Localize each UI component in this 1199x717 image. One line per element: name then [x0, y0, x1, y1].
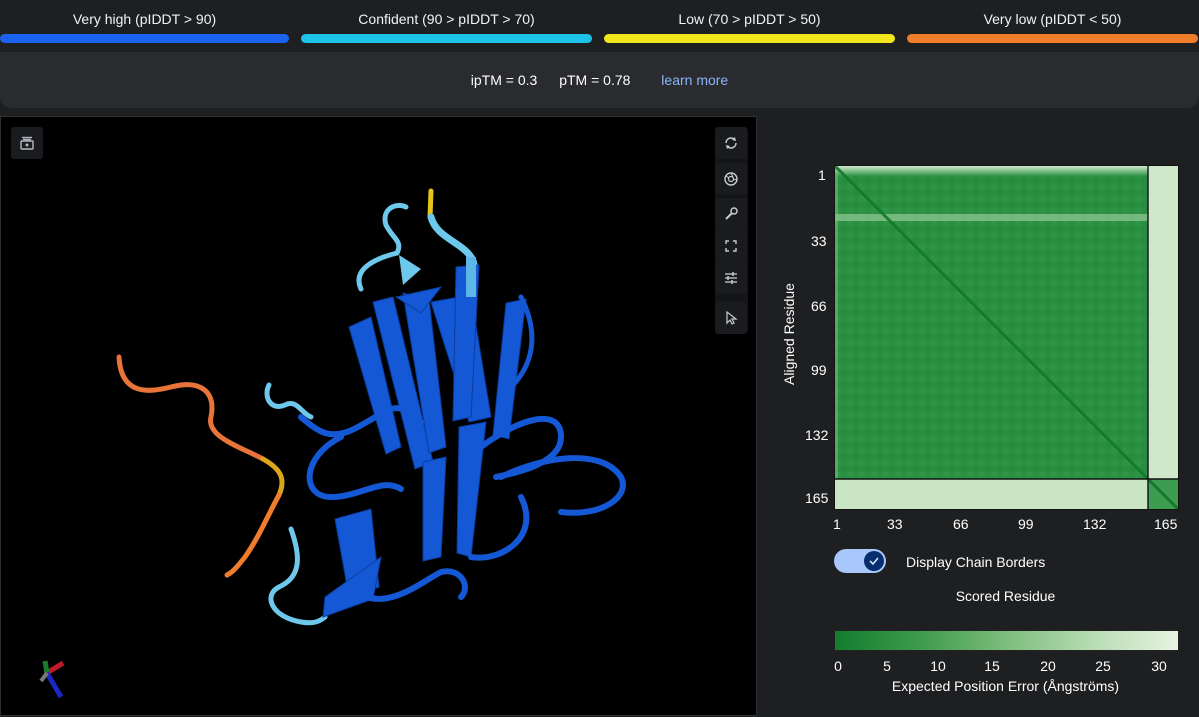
x-tick: 1 — [833, 516, 841, 532]
y-tick: 99 — [811, 362, 827, 378]
y-tick: 132 — [805, 427, 829, 443]
scale-title: Expected Position Error (Ångströms) — [891, 678, 1120, 694]
x-tick: 99 — [1018, 516, 1034, 532]
y-tick: 1 — [818, 167, 826, 183]
scale-tick: 30 — [1151, 658, 1167, 674]
legend-bar — [907, 34, 1198, 43]
y-tick: 165 — [805, 490, 829, 506]
pae-panel: Aligned Residue 1 33 66 99 132 165 1 33 … — [757, 116, 1199, 716]
protein-structure[interactable] — [1, 117, 757, 716]
y-tick: 33 — [811, 233, 827, 249]
legend-confident: Confident (90 > pIDDT > 70) — [301, 10, 592, 44]
pae-color-scale — [834, 630, 1179, 651]
y-axis-title: Aligned Residue — [781, 283, 797, 385]
legend-bar — [301, 34, 592, 43]
snapshot-icon[interactable] — [11, 127, 43, 159]
legend-very-low: Very low (pIDDT < 50) — [907, 10, 1198, 44]
legend-label: Confident (90 > pIDDT > 70) — [358, 11, 535, 27]
x-tick: 66 — [953, 516, 969, 532]
camera-aperture-icon[interactable] — [715, 163, 747, 195]
legend-bar — [604, 34, 895, 43]
viewer-toolbar — [715, 127, 748, 334]
fullscreen-icon[interactable] — [715, 230, 747, 262]
chain-borders-toggle[interactable] — [834, 549, 886, 573]
pae-heatmap[interactable] — [834, 165, 1179, 510]
x-axis-title: Scored Residue — [955, 588, 1056, 604]
check-icon — [864, 551, 884, 571]
x-tick: 33 — [887, 516, 903, 532]
xyz-axes-icon — [39, 660, 65, 699]
legend-label: Very low (pIDDT < 50) — [983, 11, 1122, 27]
cursor-icon[interactable] — [715, 302, 747, 334]
plddt-legend: Very high (pIDDT > 90) Confident (90 > p… — [0, 0, 1199, 48]
iptm-value: ipTM = 0.3 — [470, 72, 538, 88]
scale-tick: 0 — [834, 658, 842, 674]
y-tick: 66 — [811, 298, 827, 314]
ptm-value: pTM = 0.78 — [559, 72, 631, 88]
scale-tick: 15 — [984, 658, 1000, 674]
legend-very-high: Very high (pIDDT > 90) — [0, 10, 289, 44]
x-tick: 132 — [1083, 516, 1107, 532]
wrench-icon[interactable] — [715, 198, 747, 230]
legend-bar — [0, 34, 289, 43]
toggle-label: Display Chain Borders — [906, 554, 1046, 570]
x-tick: 165 — [1154, 516, 1178, 532]
scale-tick: 5 — [883, 658, 891, 674]
scale-tick: 10 — [930, 658, 946, 674]
structure-viewer[interactable] — [0, 116, 757, 716]
legend-low: Low (70 > pIDDT > 50) — [604, 10, 895, 44]
legend-label: Very high (pIDDT > 90) — [72, 11, 217, 27]
tune-icon[interactable] — [715, 262, 747, 294]
scale-tick: 25 — [1095, 658, 1111, 674]
legend-label: Low (70 > pIDDT > 50) — [678, 11, 821, 27]
scale-ticks: 0 5 10 15 20 25 30 — [834, 658, 1177, 676]
learn-more-link[interactable]: learn more — [661, 72, 728, 88]
main-area: Aligned Residue 1 33 66 99 132 165 1 33 … — [0, 116, 1199, 717]
confidence-metrics: ipTM = 0.3 pTM = 0.78 learn more — [0, 52, 1199, 108]
rotate-icon[interactable] — [715, 127, 747, 159]
scale-tick: 20 — [1040, 658, 1056, 674]
